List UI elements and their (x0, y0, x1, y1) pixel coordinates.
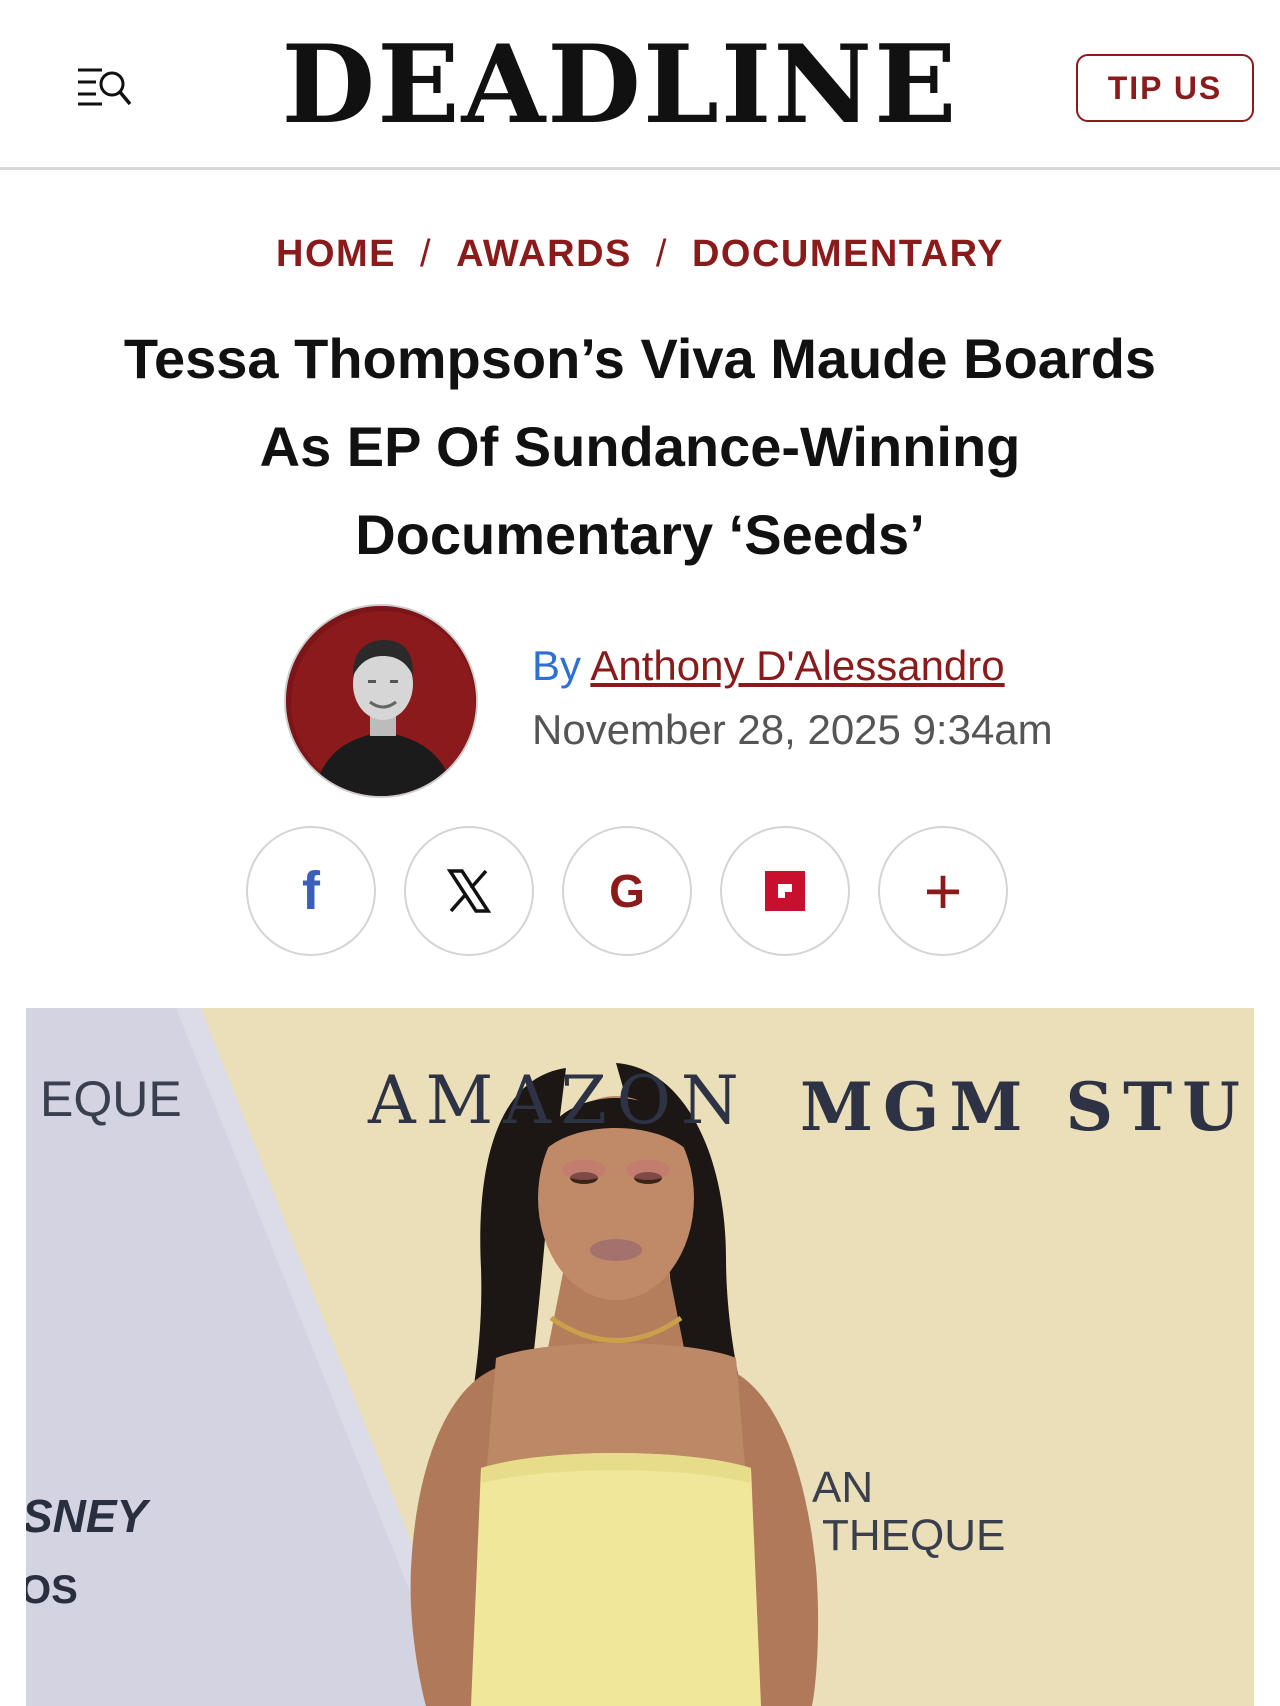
backdrop-text-theque: THEQUE (822, 1511, 1006, 1560)
backdrop-text-eque: EQUE (40, 1071, 182, 1127)
facebook-icon: f (302, 861, 320, 921)
author-avatar[interactable] (284, 604, 478, 798)
article-byline: By Anthony D'Alessandro (532, 638, 1232, 694)
share-flipboard-button[interactable] (720, 826, 850, 956)
breadcrumb-separator: / (655, 232, 668, 275)
backdrop-text-os: OS (26, 1568, 78, 1612)
backdrop-text-disney: SNEY (26, 1490, 148, 1542)
tip-us-button[interactable]: TIP US (1076, 54, 1254, 122)
share-google-button[interactable]: G (562, 826, 692, 956)
site-logo[interactable]: DEADLINE (250, 20, 990, 150)
backdrop-text-mgm: MGM STU (800, 1068, 1250, 1146)
breadcrumb-documentary[interactable]: DOCUMENTARY (692, 233, 1004, 276)
byline-prefix: By (532, 642, 582, 689)
breadcrumb-home[interactable]: HOME (276, 233, 396, 276)
flipboard-icon (765, 871, 805, 911)
share-facebook-button[interactable]: f (246, 826, 376, 956)
x-icon (446, 869, 492, 913)
breadcrumb-awards[interactable]: AWARDS (456, 233, 632, 276)
headline-line-1: Tessa Thompson’s Viva Maude Boards (123, 327, 1157, 390)
author-link[interactable]: Anthony D'Alessandro (590, 642, 1004, 689)
article-headline: Tessa Thompson’s Viva Maude Boards As EP… (30, 315, 1250, 579)
share-x-button[interactable] (404, 826, 534, 956)
site-header: DEADLINE TIP US (0, 0, 1280, 170)
hero-image: EQUE AMAZON MGM STU SNEY OS AN THEQUE (26, 1008, 1254, 1706)
backdrop-text-an: AN (812, 1463, 874, 1512)
google-icon: G (609, 865, 645, 917)
share-more-button[interactable]: + (878, 826, 1008, 956)
headline-line-3: Documentary ‘Seeds’ (355, 503, 925, 566)
headline-line-2: As EP Of Sundance-Winning (259, 415, 1021, 478)
breadcrumb: HOME / AWARDS / DOCUMENTARY (0, 226, 1280, 282)
breadcrumb-separator: / (420, 232, 433, 275)
backdrop-text-amazon: AMAZON (368, 1062, 749, 1139)
publish-date: November 28, 2025 9:34am (532, 706, 1053, 753)
plus-icon: + (923, 854, 963, 928)
share-bar: f G + (246, 826, 1008, 956)
menu-search-icon[interactable] (72, 62, 136, 110)
